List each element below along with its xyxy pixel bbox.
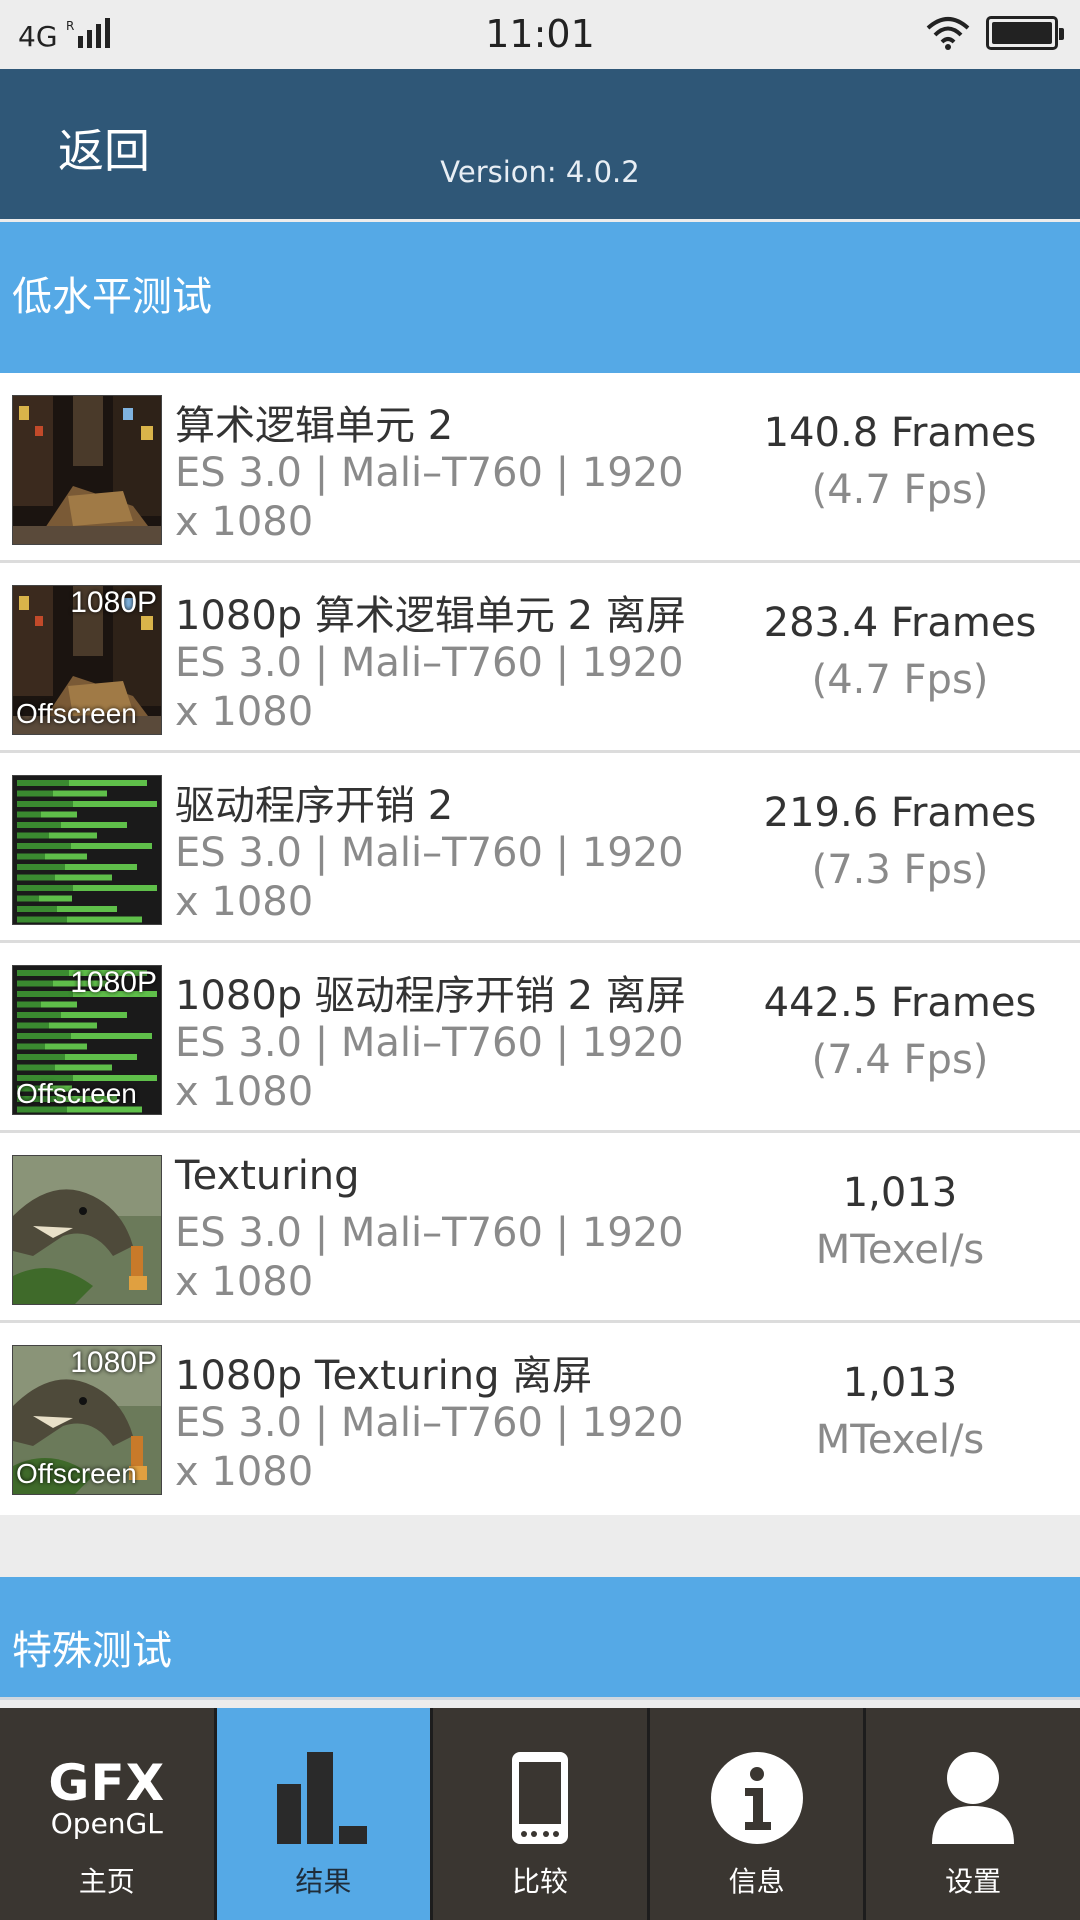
badge-1080p: 1080P [70,966,157,999]
test-spec: ES 3.0 | Mali–T760 | 1920 x 1080 [175,640,684,735]
bottom-tab-bar: GFX OpenGL 主页 结果 比较 信息 设置 [0,1708,1080,1920]
badge-1080p: 1080P [70,586,157,619]
test-result-row[interactable]: 1080P Offscreen 1080p Texturing 离屏 ES 3.0 |… [0,1323,1080,1515]
test-results-list: 算术逻辑单元 2 ES 3.0 | Mali–T760 | 1920 x 1080… [0,373,1080,1515]
user-icon [932,1752,1015,1844]
test-thumbnail [12,395,162,545]
test-name: 1080p Texturing 离屏 [175,1353,593,1399]
info-icon [710,1752,803,1844]
divider [0,1697,1080,1700]
test-name: 1080p 算术逻辑单元 2 离屏 [175,593,686,639]
section-gap [0,1518,1080,1577]
score-main: 1,013 [842,1170,958,1216]
section-special-tests: 特殊测试 [0,1577,1080,1697]
tab-results[interactable]: 结果 [213,1708,431,1920]
logo-opengl-text: OpenGL [50,1807,163,1840]
tab-label: 主页 [78,1865,135,1898]
battery-icon [986,16,1064,50]
test-spec: ES 3.0 | Mali–T760 | 1920 x 1080 [175,830,684,925]
test-spec: ES 3.0 | Mali–T760 | 1920 x 1080 [175,450,684,545]
logo-gfx-text: GFX [48,1754,166,1812]
badge-offscreen: Offscreen [16,698,137,729]
test-name: 算术逻辑单元 2 [175,403,454,449]
bar-chart-icon [277,1752,368,1844]
clock: 11:01 [485,12,595,56]
test-result-row[interactable]: 驱动程序开销 2 ES 3.0 | Mali–T760 | 1920 x 1080… [0,753,1080,943]
score-sub: (7.3 Fps) [811,847,989,893]
test-thumbnail: 1080P Offscreen [12,965,162,1115]
wifi-icon [926,17,970,50]
test-result-row[interactable]: 1080P Offscreen 1080p 算术逻辑单元 2 离屏 ES 3.0 | … [0,563,1080,753]
score-sub: (4.7 Fps) [811,657,989,703]
test-thumbnail: 1080P Offscreen [12,585,162,735]
tab-settings[interactable]: 设置 [863,1708,1080,1920]
score-main: 442.5 Frames [763,980,1037,1026]
badge-offscreen: Offscreen [16,1078,137,1109]
status-bar: 4G R 11:01 [0,0,1080,69]
tab-label: 比较 [511,1865,568,1898]
score-main: 219.6 Frames [763,790,1037,836]
test-score: 140.8 Frames (4.7 Fps) [740,405,1060,519]
tab-label: 信息 [728,1865,785,1898]
tab-label: 设置 [945,1865,1002,1898]
test-name: 驱动程序开销 2 [175,783,454,829]
test-score: 1,013 MTexel/s [740,1165,1060,1279]
test-spec: ES 3.0 | Mali–T760 | 1920 x 1080 [175,1210,684,1305]
score-sub: (4.7 Fps) [811,467,989,513]
score-sub: (7.4 Fps) [811,1037,989,1083]
test-score: 1,013 MTexel/s [740,1355,1060,1469]
test-score: 442.5 Frames (7.4 Fps) [740,975,1060,1089]
gfx-logo-icon: GFX OpenGL [0,1748,214,1848]
test-spec: ES 3.0 | Mali–T760 | 1920 x 1080 [175,1020,684,1115]
test-thumbnail [12,1155,162,1305]
test-thumbnail [12,775,162,925]
test-result-row[interactable]: 算术逻辑单元 2 ES 3.0 | Mali–T760 | 1920 x 1080… [0,373,1080,563]
test-thumbnail: 1080P Offscreen [12,1345,162,1495]
section-low-level-tests: 低水平测试 [0,222,1080,373]
test-score: 283.4 Frames (4.7 Fps) [740,595,1060,709]
score-main: 1,013 [842,1360,958,1406]
test-result-row[interactable]: Texturing ES 3.0 | Mali–T760 | 1920 x 108… [0,1133,1080,1323]
badge-offscreen: Offscreen [16,1458,137,1489]
test-spec: ES 3.0 | Mali–T760 | 1920 x 1080 [175,1400,684,1495]
score-main: 140.8 Frames [763,410,1037,456]
test-name: Texturing [175,1153,360,1199]
version-label: Version: 4.0.2 [440,155,640,189]
score-sub: MTexel/s [815,1417,985,1463]
tab-info[interactable]: 信息 [646,1708,864,1920]
phone-icon [511,1752,568,1844]
test-score: 219.6 Frames (7.3 Fps) [740,785,1060,899]
tab-home[interactable]: GFX OpenGL 主页 [0,1708,214,1920]
test-name: 1080p 驱动程序开销 2 离屏 [175,973,686,1019]
tab-compare[interactable]: 比较 [430,1708,647,1920]
tab-label: 结果 [295,1865,352,1898]
test-result-row[interactable]: 1080P Offscreen 1080p 驱动程序开销 2 离屏 ES 3.0 | … [0,943,1080,1133]
score-main: 283.4 Frames [763,600,1037,646]
badge-1080p: 1080P [70,1346,157,1379]
score-sub: MTexel/s [815,1227,985,1273]
app-header: 返回 Version: 4.0.2 [0,69,1080,219]
